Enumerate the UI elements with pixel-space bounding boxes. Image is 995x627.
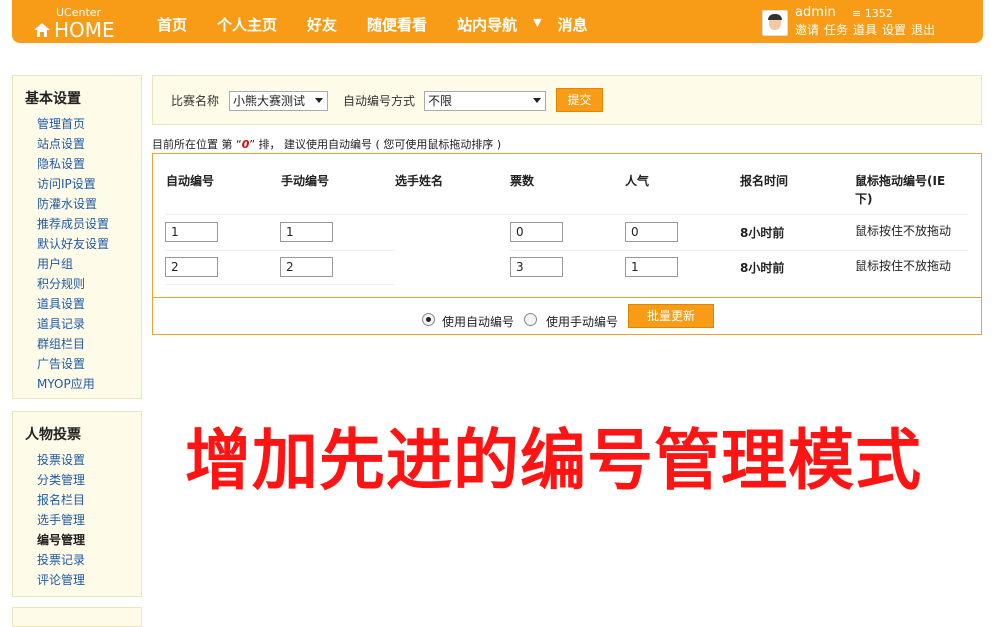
sidebar-item-contestants[interactable]: 选手管理 [37,510,141,530]
submit-button[interactable]: 提交 [556,88,603,112]
col-auto-number: 自动编号 [166,174,215,188]
sidebar-item-comments[interactable]: 评论管理 [37,570,141,590]
radio-auto-label: 使用自动编号 [442,315,515,329]
drag-handle[interactable]: 鼠标按住不放拖动 [855,257,951,274]
sidebar-item-site[interactable]: 站点设置 [37,134,141,154]
user-links: 邀请 任务 道具 设置 退出 [795,21,935,38]
sidebar-heading: 基本设置 [25,91,81,107]
votes-input[interactable]: 0 [510,222,563,242]
col-drag-number-2: 下) [855,192,873,206]
sidebar-item-admin-home[interactable]: 管理首页 [37,114,141,134]
signup-time: 8小时前 [740,261,785,275]
coin-icon: ≡ [852,7,862,20]
divider [165,284,395,285]
sidebar-item-privacy[interactable]: 隐私设置 [37,154,141,174]
link-tasks[interactable]: 任务 [824,21,848,38]
radio-manual-number[interactable] [524,313,537,326]
sidebar-item-group-columns[interactable]: 群组栏目 [37,334,141,354]
sidebar-item-ads[interactable]: 广告设置 [37,354,141,374]
sidebar-item-ip[interactable]: 访问IP设置 [37,174,141,194]
sidebar-item-myop[interactable]: MYOP应用 [37,374,141,394]
manual-number-input[interactable]: 2 [280,257,333,277]
link-logout[interactable]: 退出 [911,21,935,38]
sidebar-basic-settings: 基本设置 管理首页 站点设置 隐私设置 访问IP设置 防灌水设置 推荐成员设置 … [12,75,142,399]
col-manual-number: 手动编号 [281,174,330,188]
sidebar-next-box [12,607,142,627]
link-settings[interactable]: 设置 [882,21,906,38]
sidebar-item-recommend[interactable]: 推荐成员设置 [37,214,141,234]
chevron-down-icon [315,98,323,103]
divider [165,250,395,251]
filter-bar: 比赛名称 小熊大赛测试 自动编号方式 不限 提交 [152,75,982,125]
sidebar-item-vote-settings[interactable]: 投票设置 [37,450,141,470]
mode-select[interactable]: 不限 [424,91,546,111]
coin-count: 1352 [864,7,893,20]
votes-input[interactable]: 3 [510,257,563,277]
position-text: 目前所在位置 第 “0” 排， 建议使用自动编号 ( 您可使用鼠标拖动排序 ) [152,138,502,151]
manual-number-input[interactable]: 1 [280,222,333,242]
avatar[interactable] [762,10,788,36]
nav-browse[interactable]: 随便看看 [367,14,427,35]
mode-label: 自动编号方式 [343,94,416,108]
auto-number-input[interactable]: 1 [165,222,218,242]
sidebar-people-vote: 人物投票 投票设置 分类管理 报名栏目 选手管理 编号管理 投票记录 评论管理 [12,411,142,597]
footer-divider [153,297,981,298]
divider [165,214,968,215]
nav-home[interactable]: 首页 [157,14,187,35]
chevron-down-icon[interactable]: ▼ [533,16,541,35]
sidebar-item-credit-rules[interactable]: 积分规则 [37,274,141,294]
sidebar-item-numbering[interactable]: 编号管理 [37,530,141,550]
numbering-table: 自动编号 手动编号 选手姓名 票数 人气 报名时间 鼠标拖动编号(IE 下) 1… [152,153,982,335]
top-header: UCenter HOME 首页 个人主页 好友 随便看看 站内导航 ▼ 消息 a… [12,0,983,43]
logo-big-text: HOME [54,18,115,42]
popularity-input[interactable]: 0 [625,222,678,242]
sidebar-item-default-friends[interactable]: 默认好友设置 [37,234,141,254]
nav-friends[interactable]: 好友 [307,14,337,35]
radio-manual-label: 使用手动编号 [546,315,619,329]
col-drag-number: 鼠标拖动编号(IE [855,174,946,188]
promo-banner-text: 增加先进的编号管理模式 [185,422,922,499]
radio-auto-number[interactable] [422,313,435,326]
contest-select[interactable]: 小熊大赛测试 [229,91,328,111]
main-nav: 首页 个人主页 好友 随便看看 站内导航 ▼ 消息 [157,14,618,35]
col-popularity: 人气 [625,174,650,188]
username[interactable]: admin [795,5,836,20]
contest-label: 比赛名称 [171,94,220,108]
chevron-down-icon [533,98,541,103]
auto-number-input[interactable]: 2 [165,257,218,277]
sidebar-item-antispam[interactable]: 防灌水设置 [37,194,141,214]
sidebar-item-categories[interactable]: 分类管理 [37,470,141,490]
nav-site-guide[interactable]: 站内导航 [457,14,517,35]
drag-handle[interactable]: 鼠标按住不放拖动 [855,222,951,239]
popularity-input[interactable]: 1 [625,257,678,277]
batch-update-button[interactable]: 批量更新 [628,304,714,328]
sidebar-item-vote-log[interactable]: 投票记录 [37,550,141,570]
nav-messages[interactable]: 消息 [558,14,588,35]
sidebar-item-props-log[interactable]: 道具记录 [37,314,141,334]
home-icon [34,23,50,37]
nav-profile[interactable]: 个人主页 [217,14,277,35]
sidebar-heading: 人物投票 [25,427,81,443]
link-props[interactable]: 道具 [853,21,877,38]
divider [510,250,968,251]
sidebar-item-usergroup[interactable]: 用户组 [37,254,141,274]
link-invite[interactable]: 邀请 [795,21,819,38]
col-contestant-name: 选手姓名 [395,174,444,188]
col-votes: 票数 [510,174,535,188]
signup-time: 8小时前 [740,226,785,240]
sidebar-item-props-settings[interactable]: 道具设置 [37,294,141,314]
col-signup-time: 报名时间 [740,174,789,188]
sidebar-item-signup-columns[interactable]: 报名栏目 [37,490,141,510]
